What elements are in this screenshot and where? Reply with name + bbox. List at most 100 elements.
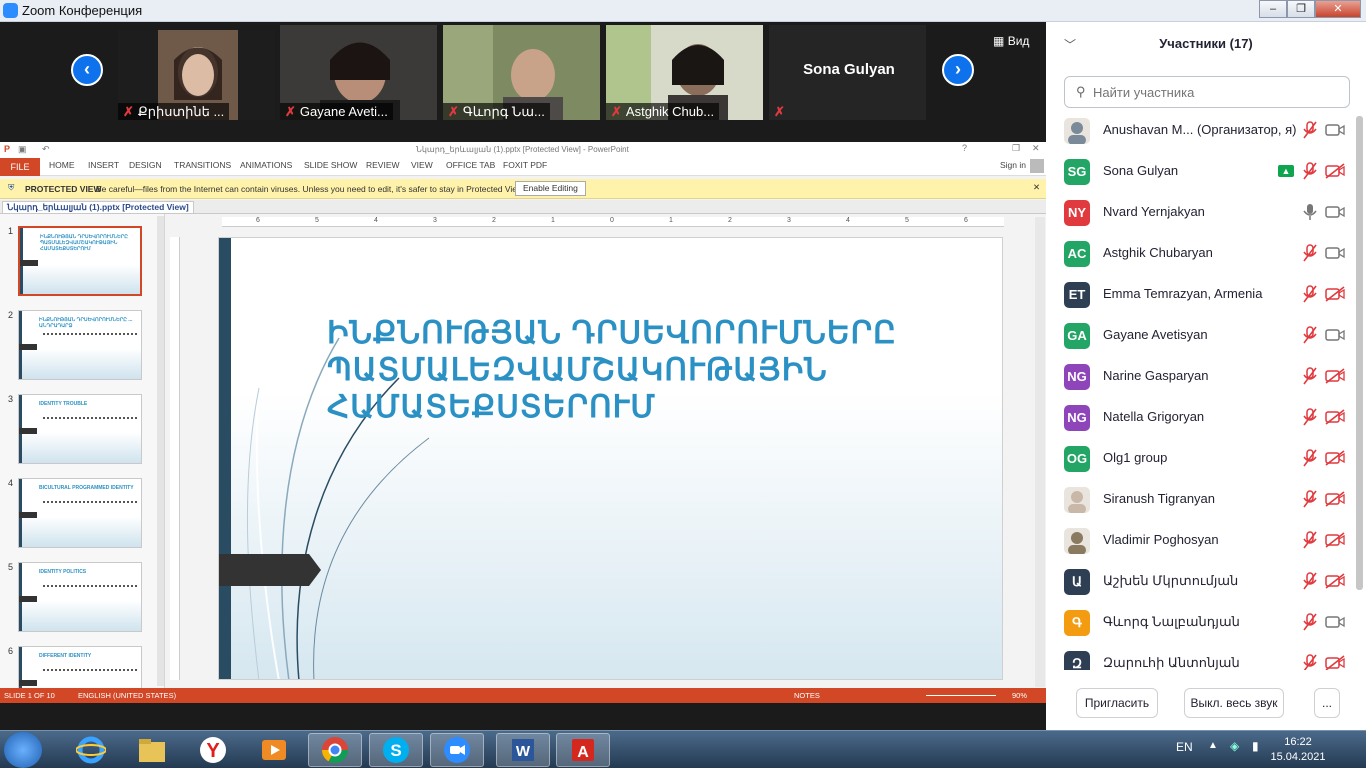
camera-off-icon[interactable] (1325, 450, 1345, 466)
mic-muted-icon[interactable] (1302, 490, 1318, 508)
system-clock[interactable]: 16:22 15.04.2021 (1268, 735, 1328, 765)
zoom-level[interactable]: 90% (1012, 688, 1027, 703)
participant-row[interactable]: ET Emma Temrazyan, Armenia (1046, 274, 1354, 315)
tab-design[interactable]: DESIGN (129, 160, 162, 170)
mic-muted-icon[interactable] (1302, 121, 1318, 139)
camera-off-icon[interactable] (1325, 409, 1345, 425)
slide-thumbnail[interactable]: BICULTURAL PROGRAMMED IDENTITY (18, 478, 142, 548)
camera-off-icon[interactable] (1325, 532, 1345, 548)
slide-thumbnail[interactable]: DIFFERENT IDENTITY (18, 646, 142, 688)
camera-off-icon[interactable] (1325, 573, 1345, 589)
camera-off-icon[interactable] (1325, 368, 1345, 384)
mic-muted-icon[interactable] (1302, 326, 1318, 344)
tab-insert[interactable]: INSERT (88, 160, 119, 170)
participant-row[interactable]: Ա Աշխեն Մկրտումյան (1046, 561, 1354, 602)
more-options-button[interactable]: ... (1314, 688, 1340, 718)
tab-slide-show[interactable]: SLIDE SHOW (304, 160, 357, 170)
video-tile[interactable]: Sona Gulyan ✗ (769, 25, 926, 120)
acrobat-icon[interactable]: A (556, 733, 610, 767)
mic-muted-icon[interactable] (1302, 531, 1318, 549)
camera-icon[interactable] (1325, 204, 1345, 220)
participant-row[interactable]: Siranush Tigranyan (1046, 479, 1354, 520)
mic-muted-icon[interactable] (1302, 572, 1318, 590)
camera-off-icon[interactable] (1325, 491, 1345, 507)
zoom-slider[interactable] (926, 695, 996, 696)
slide-thumbnail[interactable]: IDENTITY TROUBLE (18, 394, 142, 464)
sign-in-link[interactable]: Sign in (1000, 160, 1026, 170)
video-tile[interactable]: ✗ Astghik Chub... (606, 25, 763, 120)
participant-row[interactable]: SG Sona Gulyan ▲ (1046, 151, 1354, 192)
participant-row[interactable]: Զ Զարուհի Անտոնյան (1046, 643, 1354, 670)
slide-thumbnail[interactable]: IDENTITY POLITICS (18, 562, 142, 632)
participant-row[interactable]: OG Olg1 group (1046, 438, 1354, 479)
language-indicator[interactable]: ENGLISH (UNITED STATES) (78, 688, 176, 703)
network-icon[interactable]: ◈ (1230, 739, 1239, 753)
prev-page-button[interactable]: ‹ (71, 54, 103, 86)
participants-scrollbar[interactable] (1356, 116, 1363, 590)
tab-view[interactable]: VIEW (411, 160, 433, 170)
tab-file[interactable]: FILE (0, 158, 40, 176)
chrome-icon[interactable] (308, 733, 362, 767)
camera-icon[interactable] (1325, 245, 1345, 261)
video-tile[interactable]: ✗ Քրիստինե ... (118, 30, 275, 120)
mic-muted-icon[interactable] (1302, 408, 1318, 426)
camera-off-icon[interactable] (1325, 655, 1345, 670)
tab-animations[interactable]: ANIMATIONS (240, 160, 292, 170)
skype-icon[interactable]: S (369, 733, 423, 767)
video-tile[interactable]: ✗ Gayane Aveti... (280, 25, 437, 120)
mic-muted-icon[interactable] (1302, 654, 1318, 670)
ppt-close-icon[interactable]: ✕ (1032, 143, 1040, 154)
tray-expand-icon[interactable]: ▲ (1208, 740, 1218, 751)
zoom-app-icon[interactable] (430, 733, 484, 767)
camera-icon[interactable] (1325, 614, 1345, 630)
participant-row[interactable]: Vladimir Poghosyan (1046, 520, 1354, 561)
mic-muted-icon[interactable] (1302, 367, 1318, 385)
account-avatar[interactable] (1030, 159, 1044, 173)
save-icon[interactable]: ▣ (18, 144, 27, 155)
slide-thumbnail[interactable]: ԻՆՔՆՈՒԹՅԱՆ ԴՐՍԵՎՈՐՈՒՄՆԵՐԸ ՊԱՏՄԱԼԵԶՎԱՄՇԱԿ… (18, 226, 142, 296)
signal-icon[interactable]: ▮ (1252, 739, 1259, 753)
camera-off-icon[interactable] (1325, 286, 1345, 302)
participant-row[interactable]: NG Narine Gasparyan (1046, 356, 1354, 397)
participant-row[interactable]: NY Nvard Yernjakyan (1046, 192, 1354, 233)
maximize-button[interactable]: ❐ (1287, 0, 1315, 18)
enable-editing-button[interactable]: Enable Editing (515, 181, 586, 196)
notes-button[interactable]: NOTES (794, 688, 820, 703)
tab-review[interactable]: REVIEW (366, 160, 400, 170)
mic-icon[interactable] (1302, 203, 1318, 221)
file-explorer-icon[interactable] (125, 733, 179, 767)
mic-muted-icon[interactable] (1302, 449, 1318, 467)
word-icon[interactable]: W (496, 733, 550, 767)
help-icon[interactable]: ? (962, 143, 967, 153)
thumbs-scrollbar[interactable] (157, 216, 164, 686)
ppt-restore-icon[interactable]: ❐ (1012, 143, 1020, 154)
minimize-button[interactable]: ‒ (1259, 0, 1287, 18)
mute-all-button[interactable]: Выкл. весь звук (1184, 688, 1284, 718)
participant-row[interactable]: Գ Գևորգ Նալբանդյան (1046, 602, 1354, 643)
mic-muted-icon[interactable] (1302, 613, 1318, 631)
invite-button[interactable]: Пригласить (1076, 688, 1158, 718)
participant-search-input[interactable] (1064, 76, 1350, 108)
tab-home[interactable]: HOME (49, 160, 75, 170)
tab-office-tab[interactable]: OFFICE TAB (446, 160, 495, 170)
slide-canvas[interactable]: ԻՆՔՆՈՒԹՅԱՆ ԴՐՍԵՎՈՐՈՒՄՆԵՐԸ ՊԱՏՄԱԼԵԶՎԱՄՇԱԿ… (218, 237, 1003, 680)
close-bar-icon[interactable]: ✕ (1033, 182, 1040, 193)
mic-muted-icon[interactable] (1302, 285, 1318, 303)
view-button[interactable]: ▦ Вид (993, 34, 1029, 48)
media-player-icon[interactable] (247, 733, 301, 767)
internet-explorer-icon[interactable] (64, 733, 118, 767)
tab-foxit-pdf[interactable]: FOXIT PDF (503, 160, 547, 170)
camera-icon[interactable] (1325, 122, 1345, 138)
participant-row[interactable]: Anushavan M... (Организатор, я) (1046, 110, 1354, 151)
language-indicator[interactable]: EN (1176, 740, 1193, 754)
camera-icon[interactable] (1325, 327, 1345, 343)
camera-off-icon[interactable] (1325, 163, 1345, 179)
participant-row[interactable]: AC Astghik Chubaryan (1046, 233, 1354, 274)
slide-thumbnail[interactable]: ԻՆՔՆՈՒԹՅԱՆ ԴՐՍԵՎՈՐՈՒՄՆԵՐԸ ... ԱՆԴՐԱԴԱՐՁ (18, 310, 142, 380)
slide-scrollbar[interactable] (1035, 217, 1045, 687)
tab-transitions[interactable]: TRANSITIONS (174, 160, 231, 170)
undo-icon[interactable]: ↶ (42, 144, 50, 155)
close-button[interactable]: ✕ (1315, 0, 1361, 18)
document-tab[interactable]: Նկարդ_երևալյան (1).pptx [Protected View] (2, 201, 194, 214)
yandex-browser-icon[interactable]: Y (186, 733, 240, 767)
